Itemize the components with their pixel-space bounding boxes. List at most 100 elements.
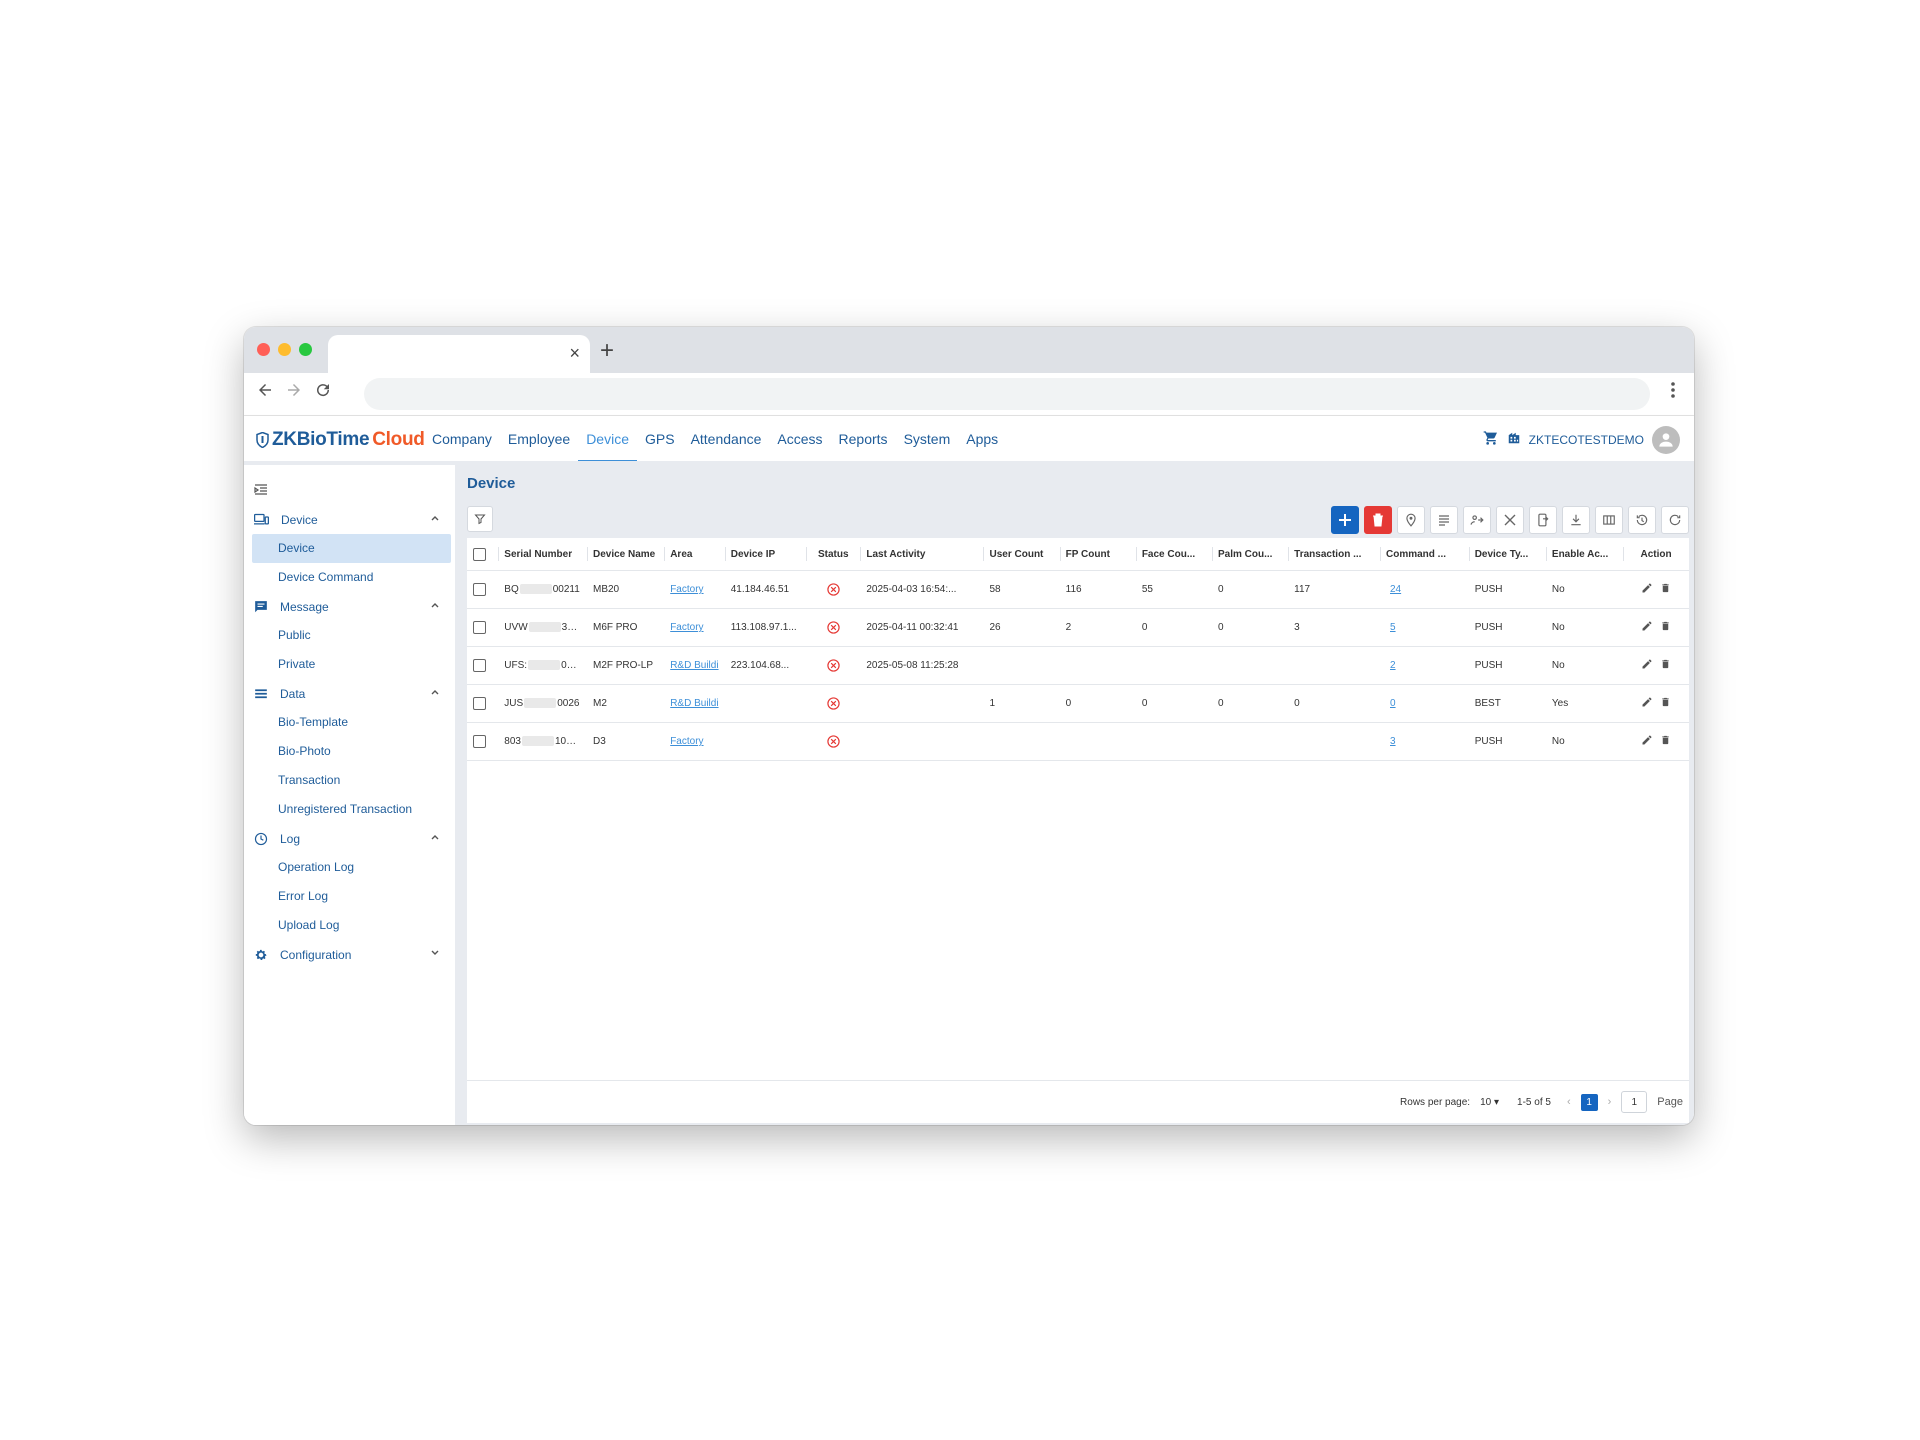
prev-page-icon[interactable]: ‹ [1567, 1096, 1571, 1108]
row-checkbox[interactable] [473, 621, 486, 634]
nav-reports[interactable]: Reports [831, 416, 896, 462]
clear-button[interactable] [1496, 506, 1524, 534]
company-name[interactable]: ZKTECOTESTDEMO [1529, 433, 1644, 447]
new-tab-button[interactable]: + [600, 337, 614, 365]
area-link[interactable]: Factory [670, 622, 703, 633]
column-header-serial-number[interactable]: Serial Number [498, 538, 587, 571]
column-header-enable-ac[interactable]: Enable Ac... [1545, 538, 1624, 571]
sidebar-item-error-log[interactable]: Error Log [252, 882, 451, 911]
column-header-device-ty[interactable]: Device Ty... [1468, 538, 1546, 571]
nav-gps[interactable]: GPS [637, 416, 683, 462]
sidebar-item-bio-photo[interactable]: Bio-Photo [252, 737, 451, 766]
sidebar-item-upload-log[interactable]: Upload Log [252, 911, 451, 940]
maximize-window-button[interactable] [299, 343, 312, 356]
row-checkbox[interactable] [473, 659, 486, 672]
sidebar-group-device[interactable]: Device [244, 505, 455, 534]
column-header-transaction[interactable]: Transaction ... [1288, 538, 1380, 571]
delete-button[interactable] [1364, 506, 1392, 534]
row-checkbox[interactable] [473, 697, 486, 710]
page-input[interactable]: 1 [1621, 1091, 1648, 1113]
select-all-checkbox[interactable] [473, 547, 486, 561]
column-header-face-cou[interactable]: Face Cou... [1135, 538, 1212, 571]
edit-icon[interactable] [1641, 582, 1653, 597]
chevron-up-icon[interactable] [431, 832, 445, 843]
command-count-link[interactable]: 5 [1390, 622, 1396, 633]
sidebar-group-data[interactable]: Data [244, 679, 455, 708]
collapse-sidebar-icon[interactable] [254, 483, 268, 502]
list-button[interactable] [1430, 506, 1458, 534]
sidebar-group-message[interactable]: Message [244, 592, 455, 621]
column-header-fp-count[interactable]: FP Count [1059, 538, 1136, 571]
table-row[interactable]: BQ 00211 MB20 Factory 41.184.46.51 2025-04-03… [467, 570, 1689, 609]
trash-icon[interactable] [1660, 658, 1671, 673]
command-count-link[interactable]: 24 [1390, 584, 1401, 595]
area-link[interactable]: Factory [670, 736, 703, 747]
command-count-link[interactable]: 3 [1390, 736, 1396, 747]
table-row[interactable]: JUS 0026 M2 R&D Buildi 1 0 0 0 0 0 BEST Yes [467, 684, 1689, 723]
history-button[interactable] [1628, 506, 1656, 534]
nav-device[interactable]: Device [578, 416, 637, 462]
current-page-button[interactable]: 1 [1580, 1093, 1598, 1111]
sidebar-group-configuration[interactable]: Configuration [244, 940, 455, 969]
chevron-up-icon[interactable] [431, 600, 445, 611]
column-header-device-name[interactable]: Device Name [586, 538, 665, 571]
area-link[interactable]: R&D Buildi [670, 660, 718, 671]
sidebar-item-device[interactable]: Device [252, 534, 451, 563]
address-bar[interactable] [364, 378, 1650, 410]
sidebar-item-unregistered-transaction[interactable]: Unregistered Transaction [252, 795, 451, 824]
trash-icon[interactable] [1660, 620, 1671, 635]
column-header-device-ip[interactable]: Device IP [724, 538, 807, 571]
column-header-palm-cou[interactable]: Palm Cou... [1212, 538, 1289, 571]
trash-icon[interactable] [1660, 734, 1671, 749]
cart-icon[interactable] [1483, 430, 1499, 451]
column-header-status[interactable]: Status [806, 538, 861, 571]
table-row[interactable]: UFS: 00083 M2F PRO-LP R&D Buildi 223.104.68.… [467, 646, 1689, 685]
column-header-last-activity[interactable]: Last Activity [860, 538, 984, 571]
nav-employee[interactable]: Employee [500, 416, 578, 462]
close-window-button[interactable] [257, 343, 270, 356]
reload-icon[interactable] [314, 381, 332, 405]
nav-attendance[interactable]: Attendance [683, 416, 770, 462]
nav-system[interactable]: System [896, 416, 959, 462]
column-header-command[interactable]: Command ... [1380, 538, 1469, 571]
sidebar-item-device-command[interactable]: Device Command [252, 563, 451, 592]
sidebar-item-transaction[interactable]: Transaction [252, 766, 451, 795]
area-link[interactable]: Factory [670, 584, 703, 595]
next-page-icon[interactable]: › [1608, 1096, 1612, 1108]
trash-icon[interactable] [1660, 696, 1671, 711]
chevron-up-icon[interactable] [431, 513, 445, 524]
rows-per-page-select[interactable]: 10 ▾ [1480, 1097, 1499, 1108]
nav-access[interactable]: Access [769, 416, 830, 462]
column-header-action[interactable]: Action [1623, 538, 1689, 571]
row-checkbox[interactable] [473, 735, 486, 748]
nav-company[interactable]: Company [424, 416, 500, 462]
avatar[interactable] [1652, 426, 1680, 454]
pin-location-button[interactable] [1397, 506, 1425, 534]
command-count-link[interactable]: 0 [1390, 698, 1396, 709]
back-icon[interactable] [256, 381, 274, 405]
command-count-link[interactable]: 2 [1390, 660, 1396, 671]
edit-icon[interactable] [1641, 734, 1653, 749]
download-button[interactable] [1562, 506, 1590, 534]
sidebar-group-log[interactable]: Log [244, 824, 455, 853]
chevron-up-icon[interactable] [431, 687, 445, 698]
sidebar-item-public[interactable]: Public [252, 621, 451, 650]
minimize-window-button[interactable] [278, 343, 291, 356]
device-sync-button[interactable] [1529, 506, 1557, 534]
close-tab-icon[interactable]: × [569, 343, 580, 364]
area-link[interactable]: R&D Buildi [670, 698, 718, 709]
browser-menu-icon[interactable] [1670, 381, 1676, 405]
edit-icon[interactable] [1641, 696, 1653, 711]
table-row[interactable]: 803 10022 D3 Factory 3 PUSH No [467, 722, 1689, 761]
sidebar-item-private[interactable]: Private [252, 650, 451, 679]
forward-icon[interactable] [285, 381, 303, 405]
transfer-button[interactable] [1463, 506, 1491, 534]
browser-tab[interactable]: × [328, 335, 590, 373]
column-header-user-count[interactable]: User Count [983, 538, 1060, 571]
sidebar-item-operation-log[interactable]: Operation Log [252, 853, 451, 882]
add-button[interactable] [1331, 506, 1359, 534]
nav-apps[interactable]: Apps [958, 416, 1006, 462]
sidebar-item-bio-template[interactable]: Bio-Template [252, 708, 451, 737]
filter-button[interactable] [467, 506, 493, 532]
app-logo[interactable]: ZKBioTime Cloud [256, 429, 425, 451]
